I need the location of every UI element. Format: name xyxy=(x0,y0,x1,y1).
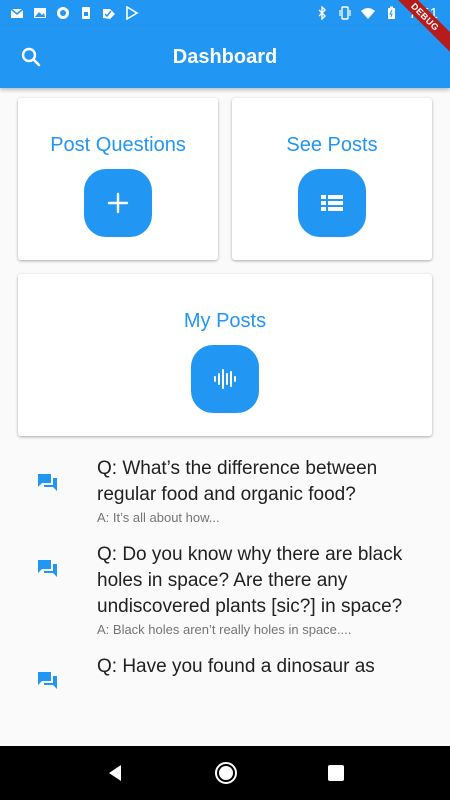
back-icon[interactable] xyxy=(105,763,125,783)
play-store-icon xyxy=(126,6,139,20)
qa-list[interactable]: Q: What’s the difference between regular… xyxy=(0,446,450,746)
system-nav-bar xyxy=(0,746,450,800)
waveform-icon xyxy=(214,369,236,389)
my-posts-label: My Posts xyxy=(183,310,267,332)
status-bar: 7:51 xyxy=(0,0,450,26)
my-posts-card[interactable]: My Posts xyxy=(18,274,432,436)
forum-icon xyxy=(38,560,57,577)
app-bar: Dashboard xyxy=(0,26,450,88)
list-item[interactable]: Q: Have you found a dinosaur as xyxy=(0,644,450,689)
post-questions-button[interactable] xyxy=(84,169,152,237)
see-posts-label: See Posts xyxy=(286,134,378,156)
forum-icon xyxy=(38,474,57,491)
circle-icon xyxy=(57,7,69,19)
list-icon xyxy=(321,195,343,211)
answer-text: A: It’s all about how... xyxy=(97,510,220,525)
wifi-icon xyxy=(360,8,375,19)
see-posts-card[interactable]: See Posts xyxy=(232,98,432,260)
question-text: Q: Do you know why there are black holes… xyxy=(97,544,403,617)
vibrate-icon xyxy=(339,6,351,20)
photo-icon xyxy=(34,8,46,18)
home-icon[interactable] xyxy=(214,761,238,785)
post-questions-card[interactable]: Post Questions xyxy=(18,98,218,260)
gmail-icon xyxy=(10,8,24,18)
battery-icon xyxy=(387,6,395,19)
list-item[interactable]: Q: What’s the difference between regular… xyxy=(0,446,450,526)
question-text: Q: What’s the difference between regular… xyxy=(97,458,378,505)
sim-icon xyxy=(82,7,90,19)
answer-text: A: Black holes aren’t really holes in sp… xyxy=(97,622,352,637)
list-item[interactable]: Q: Do you know why there are black holes… xyxy=(0,532,450,638)
search-icon xyxy=(21,47,41,67)
bluetooth-icon xyxy=(318,6,326,20)
my-posts-button[interactable] xyxy=(191,345,259,413)
page-title: Dashboard xyxy=(172,45,278,68)
see-posts-button[interactable] xyxy=(298,169,366,237)
check-icon xyxy=(103,9,115,19)
forum-icon xyxy=(38,672,57,689)
question-text: Q: Have you found a dinosaur as xyxy=(97,656,375,677)
search-button[interactable] xyxy=(14,40,48,74)
recents-icon[interactable] xyxy=(327,764,345,782)
plus-icon xyxy=(107,192,129,214)
post-questions-label: Post Questions xyxy=(50,134,186,156)
